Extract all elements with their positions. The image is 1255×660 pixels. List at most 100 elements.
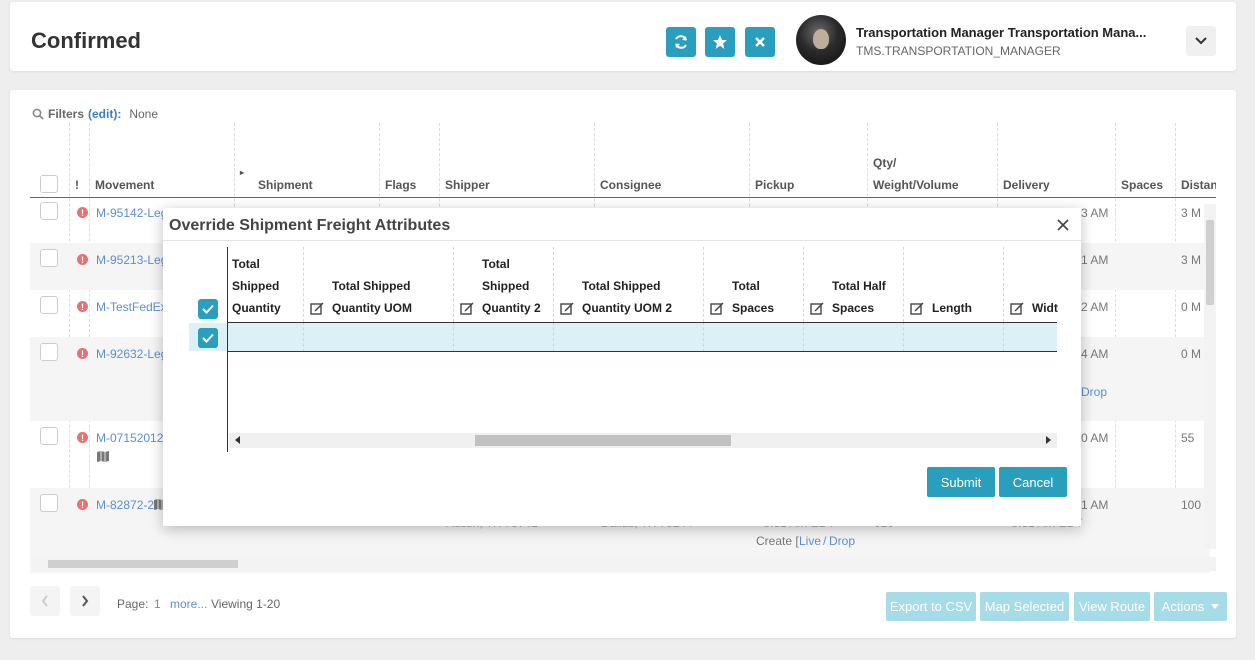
col-header-line: Total Shipped [332, 279, 411, 293]
prev-page-button[interactable] [30, 586, 60, 616]
user-menu-toggle[interactable] [1186, 26, 1216, 56]
next-page-button[interactable] [70, 586, 100, 616]
drop-link[interactable]: Drop [1081, 385, 1107, 399]
col-header-distance[interactable]: Distan [1181, 178, 1216, 192]
col-header-line: Shipped [232, 279, 280, 293]
col-header-weight-volume[interactable]: Weight/Volume [873, 178, 959, 192]
cancel-button[interactable]: Cancel [999, 467, 1067, 497]
checkmark-icon [202, 333, 214, 343]
col-header-movement[interactable]: Movement [95, 178, 154, 192]
edit-icon[interactable] [560, 301, 574, 315]
col-divider [703, 247, 704, 322]
view-route-button[interactable]: View Route [1074, 592, 1150, 621]
row-checkbox[interactable] [40, 202, 58, 220]
col-header-shipper[interactable]: Shipper [445, 178, 490, 192]
header-divider [227, 322, 1057, 323]
edit-icon[interactable] [460, 301, 474, 315]
row-checkbox[interactable] [40, 494, 58, 512]
close-page-button[interactable] [745, 27, 775, 57]
refresh-button[interactable] [666, 27, 696, 57]
select-all-checkbox[interactable] [198, 299, 218, 319]
movement-link[interactable]: M-95213-Leg [96, 253, 167, 267]
scroll-left-icon[interactable] [235, 436, 240, 444]
col-header-total-shipped-quantity-uom[interactable]: Quantity UOM [332, 297, 412, 319]
checkmark-icon [202, 304, 214, 314]
live-link[interactable]: Live [799, 534, 821, 548]
row-checkbox[interactable] [40, 296, 58, 314]
col-header-total-spaces[interactable]: Spaces [732, 297, 774, 319]
col-header-total-shipped-quantity-2[interactable]: Quantity 2 [482, 297, 541, 319]
col-header-width[interactable]: Widt [1032, 297, 1058, 319]
movement-link[interactable]: M-92632-Leg [96, 347, 167, 361]
col-header-line: Shipped [482, 279, 530, 293]
avatar[interactable] [796, 15, 846, 65]
distance-cell: 3 M [1181, 206, 1202, 220]
row-checkbox[interactable] [40, 343, 58, 361]
col-header-delivery[interactable]: Delivery [1003, 178, 1050, 192]
delivery-cell: 3 AM [1081, 206, 1109, 220]
more-pages-link[interactable]: more... [170, 597, 207, 611]
col-divider [303, 322, 304, 352]
viewing-range: Viewing 1-20 [211, 597, 281, 611]
page-number[interactable]: 1 [154, 597, 161, 611]
alert-icon: ! [77, 207, 88, 218]
edit-icon[interactable] [910, 301, 924, 315]
edit-icon[interactable] [710, 301, 724, 315]
grid-horizontal-scrollbar[interactable] [32, 557, 1216, 571]
select-all-checkbox[interactable] [40, 175, 58, 193]
user-name: Transportation Manager Transportation Ma… [856, 25, 1147, 40]
movement-link[interactable]: M-071520120 [96, 431, 170, 445]
scrollbar-thumb[interactable] [1206, 220, 1214, 305]
col-header-total-shipped-quantity-uom-2[interactable]: Quantity UOM 2 [582, 297, 672, 319]
col-header-total-shipped-quantity[interactable]: Quantity [232, 297, 281, 319]
star-icon [713, 35, 727, 49]
movement-link[interactable]: M-82872-2 [96, 498, 154, 512]
col-divider [453, 247, 454, 322]
col-header-total-half-spaces[interactable]: Spaces [832, 297, 874, 319]
user-role: TMS.TRANSPORTATION_MANAGER [856, 44, 1061, 58]
chevron-down-icon [1195, 37, 1207, 45]
edit-icon[interactable] [1010, 301, 1024, 315]
row-checkbox[interactable] [40, 249, 58, 267]
export-csv-button[interactable]: Export to CSV [886, 592, 976, 621]
alert-icon: ! [77, 301, 88, 312]
col-divider [803, 322, 804, 352]
col-header-consignee[interactable]: Consignee [600, 178, 661, 192]
delivery-cell: 4 AM [1081, 347, 1109, 361]
movement-link[interactable]: M-TestFedEx [96, 300, 167, 314]
map-icon[interactable] [97, 451, 109, 462]
alert-icon: ! [77, 254, 88, 265]
grid-vertical-scrollbar[interactable] [1204, 204, 1216, 549]
submit-button[interactable]: Submit [927, 467, 995, 497]
col-header-pickup[interactable]: Pickup [755, 178, 794, 192]
filters-bar: Filters (edit): None [32, 107, 158, 121]
distance-cell: 0 M [1181, 300, 1202, 314]
col-header-alert[interactable]: ! [75, 178, 79, 192]
scrollbar-thumb[interactable] [48, 560, 238, 568]
modal-close-icon[interactable] [1055, 217, 1071, 233]
movement-link[interactable]: M-95142-Leg [96, 206, 167, 220]
freight-attributes-grid: Total Shipped Quantity Total Shipped Qua… [189, 247, 1058, 452]
col-header-flags[interactable]: Flags [385, 178, 416, 192]
row-checkbox[interactable] [40, 427, 58, 445]
map-selected-button[interactable]: Map Selected [980, 592, 1069, 621]
edit-icon[interactable] [310, 301, 324, 315]
favorite-button[interactable] [705, 27, 735, 57]
create-label: Create [ [756, 534, 799, 548]
col-header-qty[interactable]: Qty/ [873, 156, 896, 170]
modal-horizontal-scrollbar[interactable] [229, 433, 1057, 448]
drop-link[interactable]: Drop [829, 534, 855, 548]
scroll-right-icon[interactable] [1046, 436, 1051, 444]
row-checkbox[interactable] [198, 328, 218, 348]
edit-icon[interactable] [810, 301, 824, 315]
actions-dropdown[interactable]: Actions [1154, 592, 1227, 621]
col-header-shipment[interactable]: Shipment [258, 178, 313, 192]
filters-edit-link[interactable]: (edit): [88, 107, 121, 121]
col-header-spaces[interactable]: Spaces [1121, 178, 1163, 192]
col-header-length[interactable]: Length [932, 297, 972, 319]
col-divider [903, 247, 904, 322]
row-divider [227, 351, 1057, 352]
col-header-line: Total [232, 257, 260, 271]
scrollbar-thumb[interactable] [475, 435, 731, 446]
selected-row-highlight[interactable] [189, 323, 1057, 351]
